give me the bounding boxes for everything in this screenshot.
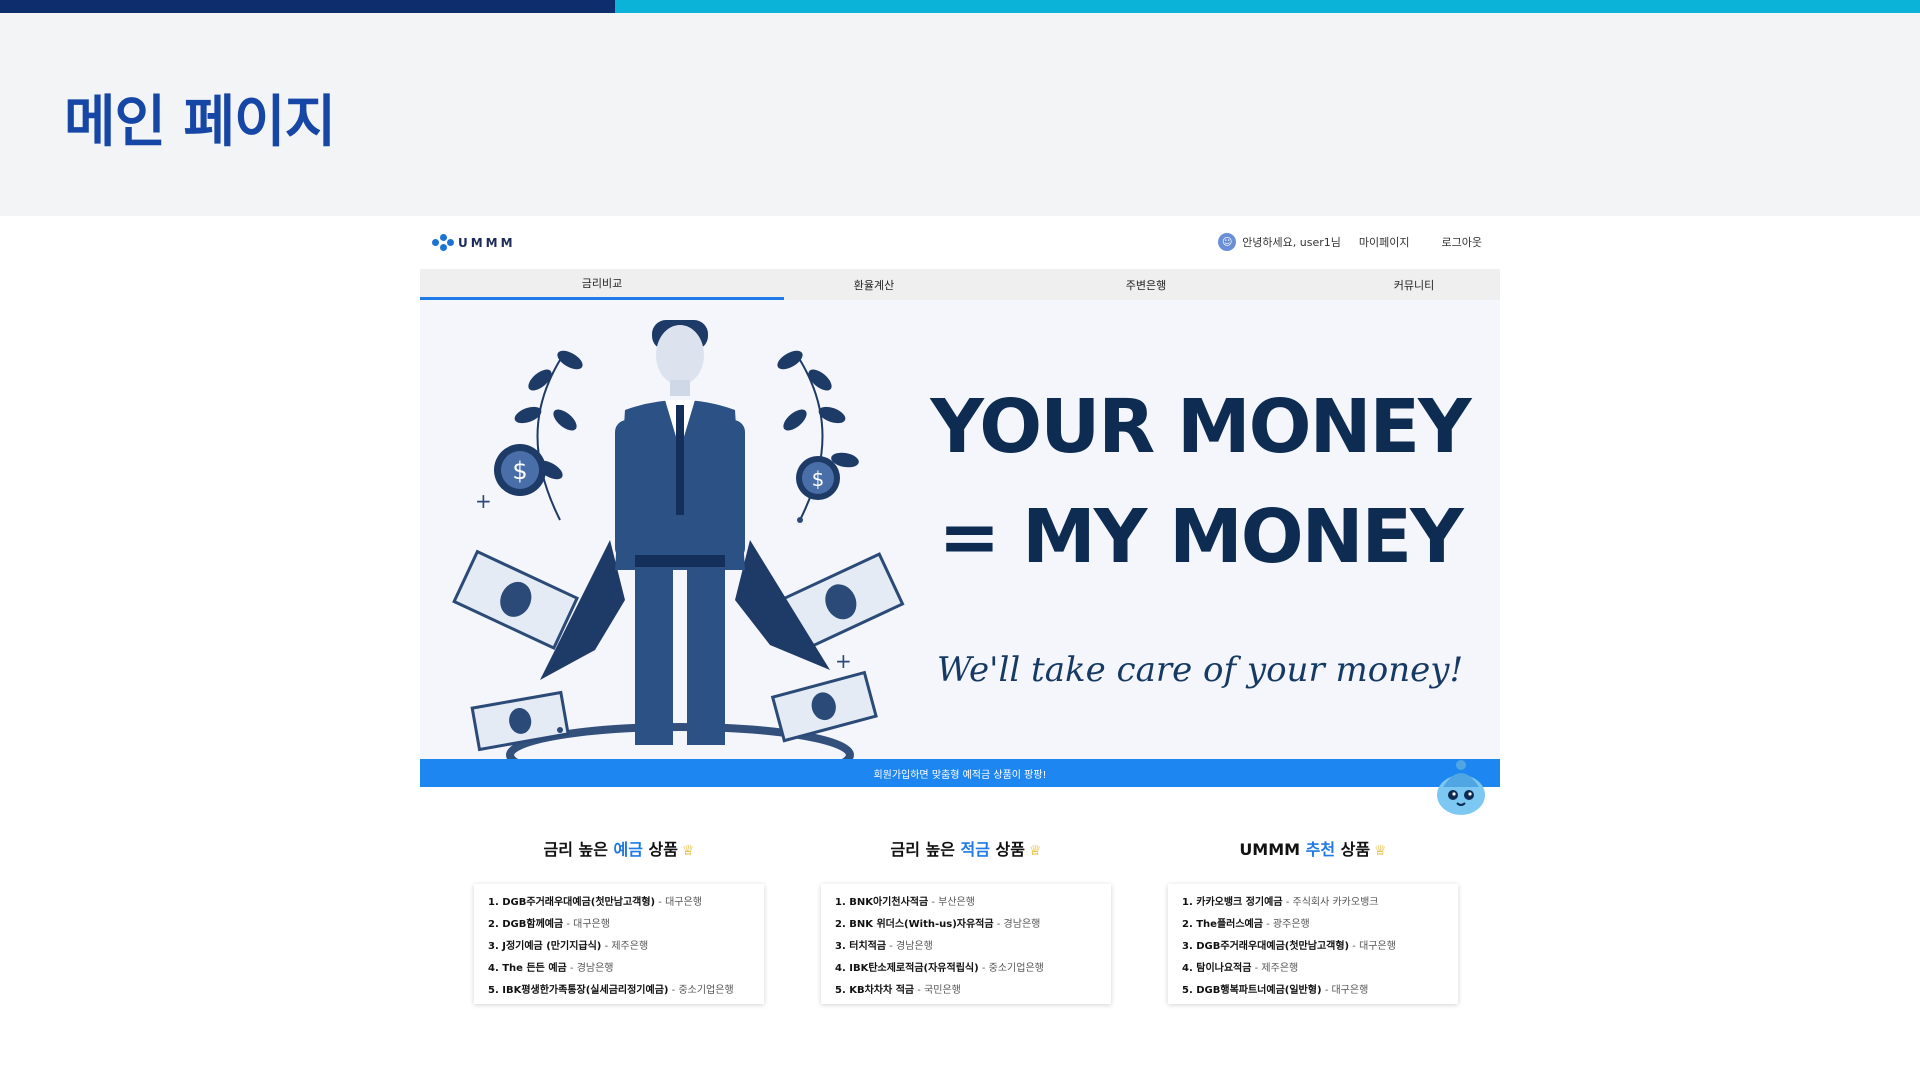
product-name: 2. DGB함께예금	[488, 919, 564, 930]
list-item[interactable]: 1. 카카오뱅크 정기예금 - 주식회사 카카오뱅크	[1182, 896, 1444, 909]
product-name: 2. The플러스예금	[1182, 919, 1263, 930]
recommended-products-card: 1. 카카오뱅크 정기예금 - 주식회사 카카오뱅크 2. The플러스예금 -…	[1168, 884, 1458, 1004]
product-name: 1. 카카오뱅크 정기예금	[1182, 897, 1283, 908]
hero-banner: $ $ + + YOUR MONEY = MY MONEY We'll take…	[420, 300, 1500, 759]
main-nav: 금리비교 환율계산 주변은행 커뮤니티	[420, 269, 1500, 300]
product-name: 4. IBK탄소제로적금(자유적립식)	[835, 963, 979, 974]
tab-exchange-calc[interactable]: 환율계산	[784, 269, 964, 300]
slide-top-bar	[0, 0, 1920, 13]
list-item[interactable]: 4. 탐이나요적금 - 제주은행	[1182, 962, 1444, 975]
product-name: 1. BNK아기천사적금	[835, 897, 929, 908]
title-prefix: UMMM	[1239, 840, 1306, 859]
bank-name: - 국민은행	[914, 985, 961, 996]
bank-name: - 제주은행	[1251, 963, 1299, 974]
product-name: 4. The 든든 예금	[488, 963, 567, 974]
list-item[interactable]: 3. DGB주거래우대예금(첫만남고객형) - 대구은행	[1182, 940, 1444, 953]
product-name: 3. DGB주거래우대예금(첫만남고객형)	[1182, 941, 1350, 952]
recommended-products-column: UMMM 추천 상품 ♕ 1. 카카오뱅크 정기예금 - 주식회사 카카오뱅크 2…	[1168, 838, 1458, 1004]
title-suffix: 상품	[1335, 840, 1371, 859]
mascot-icon[interactable]	[1433, 759, 1489, 821]
svg-text:+: +	[475, 489, 492, 513]
dots-logo-icon	[432, 234, 454, 252]
tab-community[interactable]: 커뮤니티	[1328, 269, 1500, 300]
title-prefix: 금리 높은	[543, 840, 614, 859]
list-item[interactable]: 5. IBK평생한가족통장(실세금리정기예금) - 중소기업은행	[488, 984, 750, 997]
savings-products-card: 1. BNK아기천사적금 - 부산은행 2. BNK 위더스(With-us)자…	[821, 884, 1111, 1004]
top-bar-dark-segment	[0, 0, 615, 13]
bank-name: - 중소기업은행	[978, 963, 1044, 974]
list-item[interactable]: 4. The 든든 예금 - 경남은행	[488, 962, 750, 975]
title-suffix: 상품	[642, 840, 678, 859]
title-accent: 예금	[613, 840, 643, 859]
list-item[interactable]: 3. J정기예금 (만기지급식) - 제주은행	[488, 940, 750, 953]
list-item[interactable]: 2. DGB함께예금 - 대구은행	[488, 918, 750, 931]
product-name: 4. 탐이나요적금	[1182, 963, 1252, 974]
tab-rate-compare[interactable]: 금리비교	[420, 269, 784, 300]
title-accent: 추천	[1305, 840, 1336, 859]
site-logo[interactable]: UMMM	[432, 234, 516, 252]
bank-name: - 광주은행	[1262, 919, 1310, 930]
product-name: 3. J정기예금 (만기지급식)	[488, 941, 602, 952]
product-name: 3. 터치적금	[835, 941, 887, 952]
list-item[interactable]: 5. DGB행복파트너예금(일반형) - 대구은행	[1182, 984, 1444, 997]
user-greeting: 안녕하세요, user1님	[1242, 236, 1341, 249]
bank-name: - 경남은행	[993, 919, 1041, 930]
product-name: 5. KB차차차 적금	[835, 985, 915, 996]
product-name: 1. DGB주거래우대예금(첫만남고객형)	[488, 897, 656, 908]
list-item[interactable]: 1. DGB주거래우대예금(첫만남고객형) - 대구은행	[488, 896, 750, 909]
hero-line-2: = MY MONEY	[938, 494, 1463, 580]
trophy-icon: ♕	[1374, 843, 1387, 859]
slide-header: 메인 페이지	[0, 13, 1920, 216]
tab-nearby-bank[interactable]: 주변은행	[964, 269, 1328, 300]
bank-name: - 제주은행	[601, 941, 649, 952]
svg-text:$: $	[512, 457, 527, 485]
bank-name: - 부산은행	[928, 897, 975, 908]
bank-name: - 중소기업은행	[668, 985, 734, 996]
trophy-icon: ♕	[681, 843, 695, 859]
svg-text:+: +	[835, 649, 852, 673]
bank-name: - 대구은행	[1349, 941, 1396, 952]
product-name: 5. DGB행복파트너예금(일반형)	[1182, 985, 1322, 996]
product-name: 5. IBK평생한가족통장(실세금리정기예금)	[488, 985, 669, 996]
user-avatar-icon: ☺	[1218, 233, 1237, 251]
bank-name: - 경남은행	[566, 963, 614, 974]
list-item[interactable]: 1. BNK아기천사적금 - 부산은행	[835, 896, 1097, 909]
bank-name: - 경남은행	[886, 941, 933, 952]
hero-line-1: YOUR MONEY	[930, 384, 1471, 470]
list-item[interactable]: 3. 터치적금 - 경남은행	[835, 940, 1097, 953]
signup-banner[interactable]: 회원가입하면 맞춤형 예적금 상품이 팡팡!	[420, 759, 1500, 787]
savings-products-column: 금리 높은 적금 상품 ♕ 1. BNK아기천사적금 - 부산은행 2. BNK …	[821, 838, 1111, 1004]
title-suffix: 상품	[989, 840, 1025, 859]
recommended-products-title: UMMM 추천 상품 ♕	[1168, 838, 1458, 862]
list-item[interactable]: 4. IBK탄소제로적금(자유적립식) - 중소기업은행	[835, 962, 1097, 975]
svg-text:$: $	[812, 467, 825, 491]
slide-title: 메인 페이지	[64, 90, 336, 155]
bank-name: - 대구은행	[1321, 985, 1369, 996]
bank-name: - 대구은행	[655, 897, 702, 908]
businessman-illustration: $ $ + +	[452, 320, 905, 759]
logout-link[interactable]: 로그아웃	[1442, 234, 1482, 250]
product-name: 2. BNK 위더스(With-us)자유적금	[835, 919, 994, 930]
savings-products-title: 금리 높은 적금 상품 ♕	[821, 838, 1111, 862]
logo-text: UMMM	[458, 236, 516, 250]
bank-name: - 대구은행	[563, 919, 610, 930]
bank-name: - 주식회사 카카오뱅크	[1282, 897, 1379, 908]
title-prefix: 금리 높은	[890, 840, 961, 859]
list-item[interactable]: 2. BNK 위더스(With-us)자유적금 - 경남은행	[835, 918, 1097, 931]
top-bar-light-segment	[615, 0, 1920, 13]
deposit-products-title: 금리 높은 예금 상품 ♕	[474, 838, 764, 862]
list-item[interactable]: 5. KB차차차 적금 - 국민은행	[835, 984, 1097, 997]
deposit-products-card: 1. DGB주거래우대예금(첫만남고객형) - 대구은행 2. DGB함께예금 …	[474, 884, 764, 1004]
trophy-icon: ♕	[1028, 843, 1042, 859]
hero-tagline: We'll take care of your money!	[936, 650, 1464, 690]
deposit-products-column: 금리 높은 예금 상품 ♕ 1. DGB주거래우대예금(첫만남고객형) - 대구은…	[474, 838, 764, 1004]
title-accent: 적금	[960, 840, 990, 859]
site-header: UMMM ☺ 안녕하세요, user1님 마이페이지 로그아웃	[420, 216, 1500, 268]
mypage-link[interactable]: 마이페이지	[1359, 234, 1410, 250]
list-item[interactable]: 2. The플러스예금 - 광주은행	[1182, 918, 1444, 931]
product-section: 금리 높은 예금 상품 ♕ 1. DGB주거래우대예금(첫만남고객형) - 대구은…	[420, 838, 1500, 1058]
hero-headline: YOUR MONEY = MY MONEY	[920, 372, 1480, 592]
website-screenshot: UMMM ☺ 안녕하세요, user1님 마이페이지 로그아웃 금리비교 환율계…	[420, 216, 1500, 1080]
user-area: ☺ 안녕하세요, user1님 마이페이지 로그아웃	[1218, 233, 1482, 251]
